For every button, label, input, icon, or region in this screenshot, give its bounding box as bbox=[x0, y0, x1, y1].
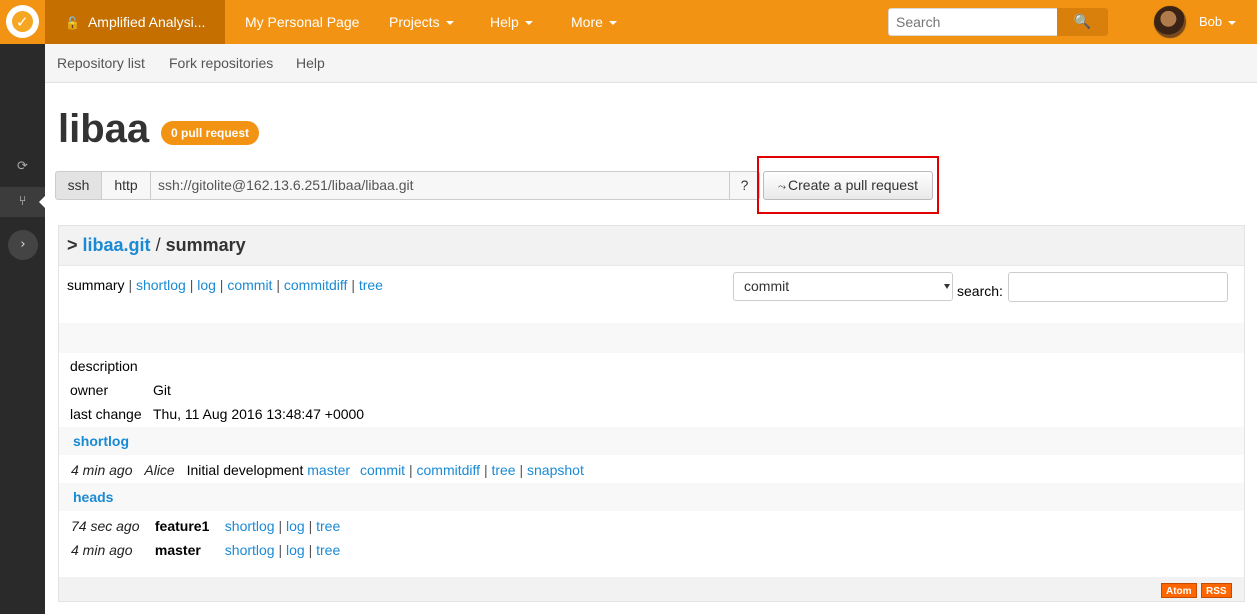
pull-request-badge[interactable]: 0 pull request bbox=[161, 121, 260, 145]
tree-link[interactable]: tree bbox=[491, 462, 515, 478]
nav-link-commit[interactable]: commit bbox=[227, 277, 272, 293]
logo-icon: ✓ bbox=[6, 5, 39, 38]
commit-link[interactable]: commit bbox=[360, 462, 405, 478]
nav-my-personal-page[interactable]: My Personal Page bbox=[245, 0, 359, 44]
search-type-select[interactable]: commit bbox=[733, 272, 953, 301]
top-navbar: ✓ 🔓 Amplified Analysi... My Personal Page… bbox=[0, 0, 1257, 44]
head-age: 4 min ago bbox=[71, 542, 133, 558]
head-name[interactable]: master bbox=[155, 542, 221, 558]
rss-feed-button[interactable]: RSS bbox=[1201, 583, 1232, 598]
nav-more-dropdown[interactable]: More bbox=[571, 0, 617, 44]
caret-down-icon bbox=[1228, 20, 1237, 25]
nav-link-commitdiff[interactable]: commitdiff bbox=[284, 277, 348, 293]
search-label: search: bbox=[957, 283, 1003, 299]
head-tree-link[interactable]: tree bbox=[316, 542, 340, 558]
meta-owner: owner Git bbox=[70, 382, 171, 398]
nav-label: Projects bbox=[389, 14, 440, 30]
dropdown-arrow-icon bbox=[944, 284, 950, 289]
commit-age: 4 min ago bbox=[71, 462, 133, 478]
ref-master-link[interactable]: master bbox=[307, 462, 350, 478]
spacer-strip bbox=[59, 323, 1244, 353]
head-name[interactable]: feature1 bbox=[155, 518, 221, 534]
left-sidebar: ⟳ ⑂ › bbox=[0, 44, 46, 614]
nav-current-summary: summary bbox=[67, 277, 125, 293]
panel-header: > libaa.git / summary bbox=[59, 226, 1244, 266]
nav-projects-dropdown[interactable]: Projects bbox=[389, 0, 454, 44]
nav-label: Help bbox=[490, 14, 519, 30]
atom-feed-button[interactable]: Atom bbox=[1161, 583, 1197, 598]
clone-help-button[interactable]: ? bbox=[729, 171, 760, 200]
head-row: 74 sec ago feature1 shortlog | log | tre… bbox=[71, 518, 341, 534]
header-separator: / bbox=[155, 235, 161, 255]
nav-label: My Personal Page bbox=[245, 14, 360, 30]
ssh-button[interactable]: ssh bbox=[55, 171, 102, 200]
gitweb-search-input[interactable] bbox=[1008, 272, 1228, 302]
caret-down-icon bbox=[608, 21, 617, 26]
clone-url-field[interactable]: ssh://gitolite@162.13.6.251/libaa/libaa.… bbox=[150, 171, 730, 200]
http-button[interactable]: http bbox=[101, 171, 151, 200]
meta-description: description bbox=[70, 358, 138, 374]
sync-icon[interactable]: ⟳ bbox=[0, 152, 45, 182]
nav-help-dropdown[interactable]: Help bbox=[490, 0, 533, 44]
head-row: 4 min ago master shortlog | log | tree bbox=[71, 542, 341, 558]
user-avatar[interactable] bbox=[1153, 5, 1187, 39]
user-menu[interactable]: Bob bbox=[1199, 0, 1237, 44]
user-name: Bob bbox=[1199, 14, 1223, 29]
shortlog-section-title[interactable]: shortlog bbox=[59, 427, 1244, 455]
head-age: 74 sec ago bbox=[71, 518, 140, 534]
repository-icon[interactable]: ⑂ bbox=[0, 187, 46, 217]
sub-navbar: Repository list Fork repositories Help bbox=[45, 44, 1257, 83]
project-name: Amplified Analysi... bbox=[87, 14, 206, 30]
head-log-link[interactable]: log bbox=[286, 542, 305, 558]
panel-footer: Atom RSS bbox=[59, 577, 1244, 601]
header-prefix: > bbox=[67, 235, 78, 255]
caret-down-icon bbox=[445, 21, 454, 26]
snapshot-link[interactable]: snapshot bbox=[527, 462, 584, 478]
head-shortlog-link[interactable]: shortlog bbox=[225, 542, 275, 558]
commitdiff-link[interactable]: commitdiff bbox=[417, 462, 481, 478]
shortlog-row: 4 min ago Alice Initial development mast… bbox=[71, 462, 584, 478]
page-title: libaa bbox=[58, 107, 150, 151]
expand-sidebar-icon[interactable]: › bbox=[8, 230, 38, 260]
active-pointer bbox=[39, 195, 46, 209]
nav-link-shortlog[interactable]: shortlog bbox=[136, 277, 186, 293]
head-shortlog-link[interactable]: shortlog bbox=[225, 518, 275, 534]
nav-label: More bbox=[571, 14, 603, 30]
commit-author: Alice bbox=[144, 462, 175, 478]
unlock-icon: 🔓 bbox=[65, 16, 80, 30]
head-log-link[interactable]: log bbox=[286, 518, 305, 534]
header-page-name: summary bbox=[165, 235, 246, 255]
commit-message[interactable]: Initial development bbox=[187, 462, 304, 478]
nav-link-log[interactable]: log bbox=[197, 277, 216, 293]
search-button[interactable]: 🔍 bbox=[1057, 8, 1108, 36]
app-logo[interactable]: ✓ bbox=[0, 0, 45, 44]
head-tree-link[interactable]: tree bbox=[316, 518, 340, 534]
search-input[interactable] bbox=[888, 8, 1058, 36]
nav-link-tree[interactable]: tree bbox=[359, 277, 383, 293]
search-type-value: commit bbox=[744, 278, 790, 294]
heads-section-title[interactable]: heads bbox=[59, 483, 1244, 511]
caret-down-icon bbox=[524, 21, 533, 26]
subnav-fork-repositories[interactable]: Fork repositories bbox=[169, 44, 273, 83]
search-icon: 🔍 bbox=[1073, 14, 1092, 30]
gitweb-nav: summary | shortlog | log | commit | comm… bbox=[67, 277, 383, 293]
highlight-annotation bbox=[757, 156, 939, 214]
repo-link[interactable]: libaa.git bbox=[83, 235, 151, 255]
gitweb-summary-panel: > libaa.git / summary summary | shortlog… bbox=[58, 225, 1245, 602]
subnav-help[interactable]: Help bbox=[296, 44, 325, 83]
meta-last-change: last change Thu, 11 Aug 2016 13:48:47 +00… bbox=[70, 406, 365, 422]
current-project-tab[interactable]: 🔓 Amplified Analysi... bbox=[45, 0, 225, 44]
subnav-repository-list[interactable]: Repository list bbox=[57, 44, 145, 83]
